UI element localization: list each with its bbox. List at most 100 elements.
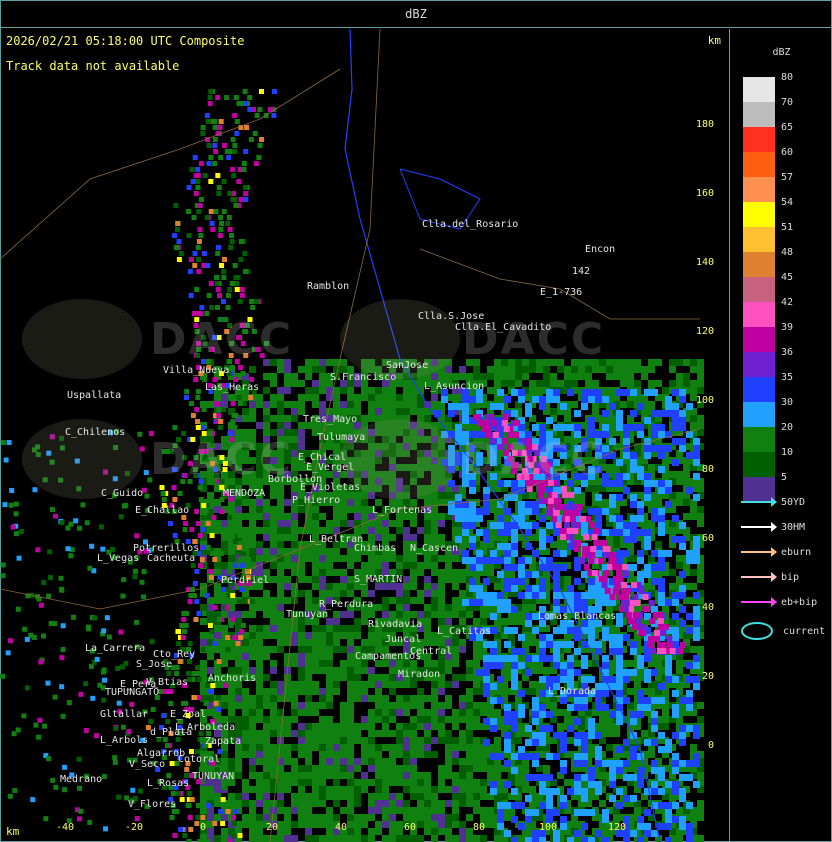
- place-label: S.Francisco: [330, 372, 397, 383]
- legend-swatch: [743, 252, 775, 277]
- legend-level-label: 42: [781, 297, 794, 308]
- place-label: L_Asuncion: [424, 381, 485, 392]
- legend-level-label: 80: [781, 72, 794, 83]
- place-label: V_Seco: [129, 759, 166, 770]
- x-tick-label: 40: [334, 822, 348, 833]
- legend-title: dBZ: [772, 47, 791, 58]
- place-label: L_Dorada: [548, 686, 597, 697]
- arrow-icon: [741, 547, 777, 557]
- legend-swatch: [743, 152, 775, 177]
- place-label: E_Violetas: [300, 482, 361, 493]
- place-label: Lomas_Blancas: [538, 611, 617, 622]
- place-label: Uspallata: [67, 390, 122, 401]
- place-label: E_Zpal: [170, 709, 207, 720]
- place-label: La_Carrera: [85, 643, 146, 654]
- legend-level-label: 51: [781, 222, 794, 233]
- track-key-label: 30HM: [781, 522, 806, 533]
- arrow-icon: [741, 497, 777, 507]
- x-tick-label: 20: [265, 822, 279, 833]
- track-key-current: current: [741, 622, 825, 640]
- place-label: N_Cascen: [410, 543, 459, 554]
- legend-panel: dBZ 80 70 65 60 57 54 51 48 45 42 39 36 35 30 20 10 5 50…: [731, 29, 832, 842]
- place-label: E_1-736: [540, 287, 583, 298]
- place-label: Zapata: [205, 736, 242, 747]
- timestamp-label: 2026/02/21 05:18:00 UTC Composite: [6, 34, 245, 48]
- arrow-icon: [741, 572, 777, 582]
- radar-plot[interactable]: DACC DACC DACC DACC 2026/02/21 05:18:00 …: [0, 29, 730, 842]
- legend-level-label: 65: [781, 122, 794, 133]
- place-label: V_Flores: [128, 799, 177, 810]
- arrow-icon: [741, 522, 777, 532]
- place-label: Gltallar: [100, 709, 149, 720]
- place-label: Anchoris: [208, 673, 257, 684]
- x-tick-label: 60: [403, 822, 417, 833]
- place-label: Cotoral: [178, 754, 221, 765]
- y-tick-label: 0: [707, 740, 714, 751]
- x-tick-label: 0: [199, 822, 207, 833]
- watermark: DACC: [462, 434, 606, 485]
- legend-level-label: 5: [781, 472, 788, 483]
- legend-level-label: 54: [781, 197, 794, 208]
- track-key-30hm: 30HM: [741, 522, 805, 533]
- dbz-color-bar: [743, 77, 775, 502]
- km-axis-label-bottom: km: [6, 825, 20, 838]
- legend-swatch: [743, 352, 775, 377]
- place-label: Chimbas: [354, 543, 397, 554]
- legend-swatch: [743, 77, 775, 102]
- place-label: L_Vegas: [97, 553, 140, 564]
- legend-level-label: 39: [781, 322, 794, 333]
- track-key-bip: bip: [741, 572, 799, 583]
- legend-swatch: [743, 327, 775, 352]
- x-tick-label: -40: [55, 822, 75, 833]
- y-tick-label: 180: [695, 119, 714, 130]
- legend-level-label: 45: [781, 272, 794, 283]
- legend-swatch: [743, 202, 775, 227]
- legend-swatch: [743, 127, 775, 152]
- window-title: dBZ: [0, 0, 832, 28]
- place-label: Encon: [585, 244, 616, 255]
- legend-swatch: [743, 277, 775, 302]
- place-label: S_MARTIN: [354, 574, 403, 585]
- legend-swatch: [743, 427, 775, 452]
- place-label: L_Arbols: [100, 735, 149, 746]
- legend-level-label: 30: [781, 397, 794, 408]
- legend-swatch: [743, 102, 775, 127]
- x-tick-label: 80: [472, 822, 486, 833]
- place-label: Ramblon: [307, 281, 350, 292]
- y-tick-label: 80: [701, 464, 714, 475]
- legend-swatch: [743, 377, 775, 402]
- legend-level-label: 60: [781, 147, 794, 158]
- place-label: Miradon: [398, 669, 441, 680]
- place-label: L_Fortenas: [372, 505, 433, 516]
- track-key-label: bip: [781, 572, 800, 583]
- legend-level-label: 35: [781, 372, 794, 383]
- legend-level-label: 10: [781, 447, 794, 458]
- y-tick-label: 100: [695, 395, 714, 406]
- place-label: Tunuyan: [286, 609, 329, 620]
- place-label: Medrano: [60, 774, 103, 785]
- arrow-icon: [741, 597, 777, 607]
- place-label: Central: [410, 646, 453, 657]
- track-status: Track data not available: [6, 59, 180, 73]
- current-ellipse-icon: [741, 622, 773, 640]
- place-label: C_Chilenos: [65, 427, 126, 438]
- place-label: SanJose: [386, 360, 429, 371]
- place-label: Clla.S.Jose: [418, 311, 485, 322]
- legend-swatch: [743, 227, 775, 252]
- legend-swatch: [743, 402, 775, 427]
- place-label: MENDOZA: [223, 488, 266, 499]
- legend-level-label: 70: [781, 97, 794, 108]
- x-tick-label: 120: [607, 822, 627, 833]
- x-tick-label: 100: [538, 822, 558, 833]
- place-label: L_Rosas: [147, 778, 190, 789]
- y-tick-label: 140: [695, 257, 714, 268]
- track-key-label: 50YD: [781, 497, 806, 508]
- place-label: Tres_Mayo: [303, 414, 358, 425]
- y-tick-label: 120: [695, 326, 714, 337]
- track-key-label: eburn: [781, 547, 812, 558]
- place-label: Las_Heras: [205, 382, 260, 393]
- place-label: P_Hierro: [292, 495, 341, 506]
- track-key-label: eb+bip: [781, 597, 818, 608]
- track-key-label: current: [783, 626, 826, 637]
- track-key-eburn: eburn: [741, 547, 811, 558]
